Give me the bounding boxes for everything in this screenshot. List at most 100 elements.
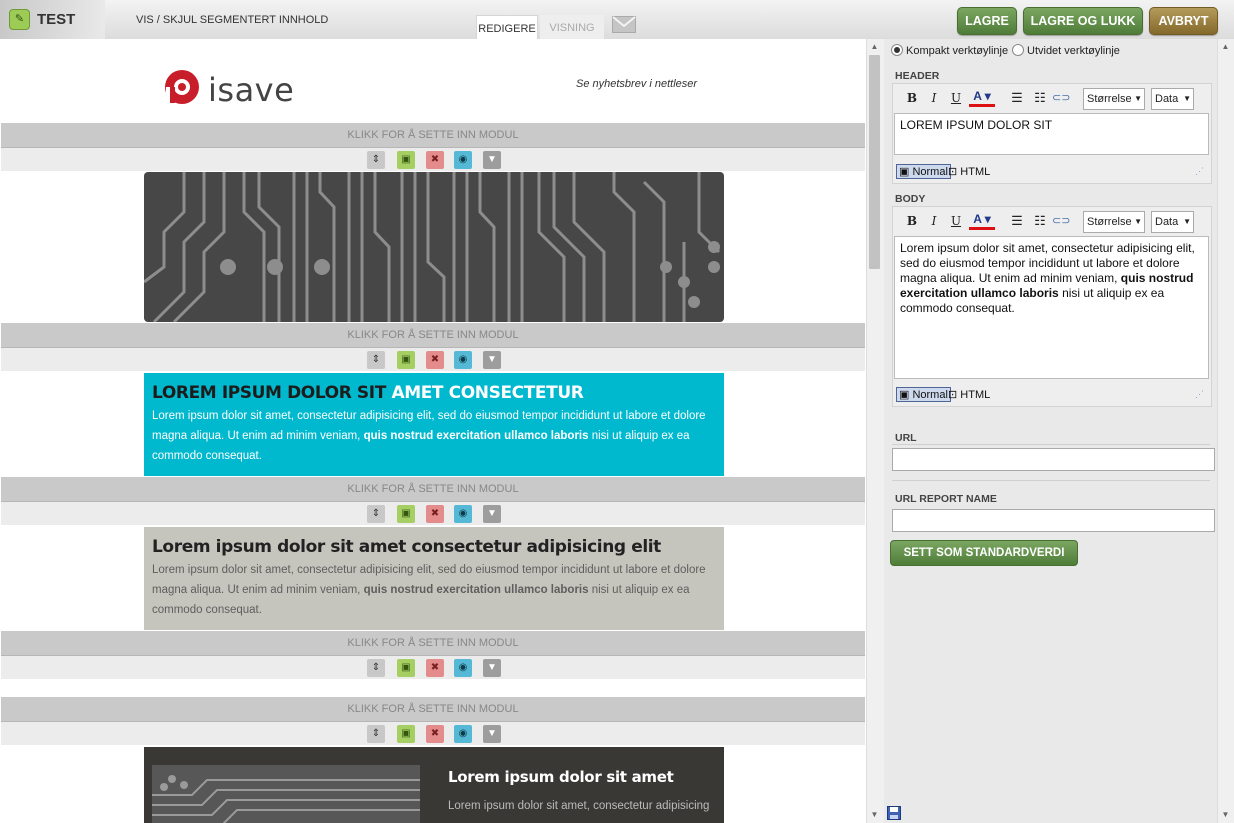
camera-icon[interactable]: ◉ <box>454 725 472 743</box>
scroll-down-arrow-icon[interactable]: ▼ <box>866 810 883 819</box>
insert-module-bar[interactable]: KLIKK FOR Å SETTE INN MODUL <box>1 323 865 348</box>
tab-edit[interactable]: REDIGERE <box>476 15 538 40</box>
module-toolbar: ⇕ ▣ ✖ ◉ ▼ <box>1 348 865 371</box>
delete-icon[interactable]: ✖ <box>426 351 444 369</box>
divider <box>892 444 1210 445</box>
move-icon[interactable]: ⇕ <box>367 659 385 677</box>
delete-icon[interactable]: ✖ <box>426 725 444 743</box>
filter-icon[interactable]: ▼ <box>483 151 501 169</box>
delete-icon[interactable]: ✖ <box>426 659 444 677</box>
numbered-list-icon[interactable]: ☰ <box>1008 89 1026 107</box>
module-body-bold: quis nostrud exercitation ullamco labori… <box>363 430 589 442</box>
insert-module-bar[interactable]: KLIKK FOR Å SETTE INN MODUL <box>1 631 865 656</box>
app-title: TEST <box>37 11 76 28</box>
italic-icon[interactable]: I <box>925 89 943 107</box>
bold-icon[interactable]: B <box>903 89 921 107</box>
filter-icon[interactable]: ▼ <box>483 659 501 677</box>
lock-icon[interactable]: ▣ <box>397 351 415 369</box>
bullet-list-icon[interactable]: ☷ <box>1031 212 1049 230</box>
resize-handle-icon[interactable]: ⋰ <box>1195 166 1204 177</box>
cancel-button[interactable]: AVBRYT <box>1149 7 1218 35</box>
filter-icon[interactable]: ▼ <box>483 725 501 743</box>
normal-mode-label: Normal <box>912 389 948 401</box>
circuit-thumbnail-image <box>152 765 420 823</box>
set-as-default-button[interactable]: SETT SOM STANDARDVERDI <box>890 540 1078 566</box>
link-icon[interactable]: ⊂⊃ <box>1052 212 1070 230</box>
data-select-value: Data <box>1155 216 1179 228</box>
toggle-segmented-content-link[interactable]: VIS / SKJUL SEGMENTERT INNHOLD <box>136 14 328 26</box>
font-color-icon[interactable]: A ▾ <box>969 212 995 230</box>
lock-icon[interactable]: ▣ <box>397 151 415 169</box>
font-color-icon[interactable]: A ▾ <box>969 89 995 107</box>
move-icon[interactable]: ⇕ <box>367 351 385 369</box>
url-input[interactable] <box>892 448 1215 471</box>
data-select[interactable]: Data ▼ <box>1151 211 1194 233</box>
data-select[interactable]: Data ▼ <box>1151 88 1194 110</box>
view-in-browser-link[interactable]: Se nyhetsbrev i nettleser <box>576 78 697 90</box>
html-mode-tab[interactable]: ⊡ HTML <box>948 388 990 401</box>
circuit-board-image <box>144 172 721 322</box>
save-and-close-button[interactable]: LAGRE OG LUKK <box>1023 7 1143 35</box>
pencil-icon[interactable]: ✎ <box>9 9 30 30</box>
body-text-area[interactable]: Lorem ipsum dolor sit amet, consectetur … <box>894 236 1209 379</box>
numbered-list-icon[interactable]: ☰ <box>1008 212 1026 230</box>
delete-icon[interactable]: ✖ <box>426 151 444 169</box>
brand-logo-text: isave <box>208 71 295 109</box>
filter-icon[interactable]: ▼ <box>483 351 501 369</box>
lock-icon[interactable]: ▣ <box>397 659 415 677</box>
tab-view[interactable]: VISNING <box>540 15 604 39</box>
save-disk-icon[interactable] <box>887 806 901 820</box>
compact-toolbar-radio[interactable] <box>891 44 903 56</box>
insert-module-bar[interactable]: KLIKK FOR Å SETTE INN MODUL <box>1 697 865 722</box>
underline-icon[interactable]: U <box>947 212 965 230</box>
body-editor: B I U A ▾ ☰ ☷ ⊂⊃ Størrelse ▼ Data ▼ Lorem … <box>892 206 1212 407</box>
save-button[interactable]: LAGRE <box>957 7 1017 35</box>
insert-module-bar[interactable]: KLIKK FOR Å SETTE INN MODUL <box>1 123 865 148</box>
module-toolbar: ⇕ ▣ ✖ ◉ ▼ <box>1 148 865 171</box>
panel-scroll-up-icon[interactable]: ▲ <box>1217 42 1234 51</box>
resize-handle-icon[interactable]: ⋰ <box>1195 389 1204 400</box>
panel-scrollbar[interactable] <box>1217 39 1234 823</box>
camera-icon[interactable]: ◉ <box>454 505 472 523</box>
lock-icon[interactable]: ▣ <box>397 725 415 743</box>
move-icon[interactable]: ⇕ <box>367 151 385 169</box>
font-size-select[interactable]: Størrelse ▼ <box>1083 88 1145 110</box>
move-icon[interactable]: ⇕ <box>367 725 385 743</box>
module-title: LOREM IPSUM DOLOR SIT <box>152 383 386 403</box>
module-toolbar: ⇕ ▣ ✖ ◉ ▼ <box>1 502 865 525</box>
font-size-select[interactable]: Størrelse ▼ <box>1083 211 1145 233</box>
camera-icon[interactable]: ◉ <box>454 151 472 169</box>
cyan-text-module[interactable]: LOREM IPSUM DOLOR SIT AMET CONSECTETUR L… <box>144 373 724 476</box>
bold-icon[interactable]: B <box>903 212 921 230</box>
html-mode-tab[interactable]: ⊡ HTML <box>948 165 990 178</box>
lock-icon[interactable]: ▣ <box>397 505 415 523</box>
filter-icon[interactable]: ▼ <box>483 505 501 523</box>
url-report-name-label: URL REPORT NAME <box>895 493 997 505</box>
extended-toolbar-radio[interactable] <box>1012 44 1024 56</box>
normal-mode-tab[interactable]: ▣ Normal <box>896 164 951 179</box>
camera-icon[interactable]: ◉ <box>454 659 472 677</box>
module-toolbar: ⇕ ▣ ✖ ◉ ▼ <box>1 656 865 679</box>
mail-icon[interactable] <box>612 16 636 33</box>
header-text-area[interactable]: LOREM IPSUM DOLOR SIT <box>894 113 1209 155</box>
scroll-up-arrow-icon[interactable]: ▲ <box>866 42 883 51</box>
panel-scroll-down-icon[interactable]: ▼ <box>1217 810 1234 819</box>
circuit-image-module[interactable] <box>144 172 724 322</box>
link-icon[interactable]: ⊂⊃ <box>1052 89 1070 107</box>
grey-text-module[interactable]: Lorem ipsum dolor sit amet consectetur a… <box>144 527 724 630</box>
move-icon[interactable]: ⇕ <box>367 505 385 523</box>
module-title: Lorem ipsum dolor sit amet consectetur a… <box>152 537 661 557</box>
header-section-label: HEADER <box>895 70 940 82</box>
underline-icon[interactable]: U <box>947 89 965 107</box>
camera-icon[interactable]: ◉ <box>454 351 472 369</box>
normal-mode-tab[interactable]: ▣ Normal <box>896 387 951 402</box>
delete-icon[interactable]: ✖ <box>426 505 444 523</box>
canvas-scrollbar-thumb[interactable] <box>869 55 880 269</box>
url-label: URL <box>895 432 917 444</box>
italic-icon[interactable]: I <box>925 212 943 230</box>
dark-image-text-module[interactable]: Lorem ipsum dolor sit amet Lorem ipsum d… <box>144 747 724 823</box>
normal-mode-label: Normal <box>912 166 948 178</box>
insert-module-bar[interactable]: KLIKK FOR Å SETTE INN MODUL <box>1 477 865 502</box>
url-report-name-input[interactable] <box>892 509 1215 532</box>
bullet-list-icon[interactable]: ☷ <box>1031 89 1049 107</box>
